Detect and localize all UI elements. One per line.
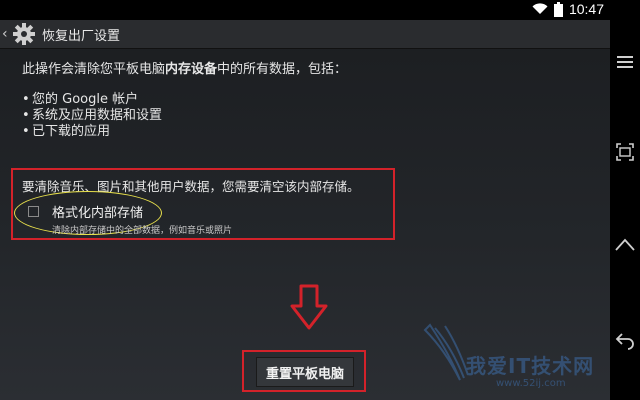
status-bar: 10:47 (0, 0, 610, 20)
battery-icon (553, 1, 563, 17)
down-arrow-icon (290, 284, 328, 330)
watermark: 我爱IT技术网 www.52ij.com (420, 320, 620, 400)
format-storage-label[interactable]: 格式化内部存储 (52, 202, 143, 221)
back-chevron-icon[interactable]: ‹ (2, 26, 10, 42)
action-bar: ‹ 恢复出厂设置 (0, 20, 610, 49)
intro-text: 此操作会清除您平板电脑内存设备中的所有数据，包括： (22, 62, 348, 77)
menu-icon[interactable] (615, 52, 635, 72)
list-item: • 您的 Google 帐户 (22, 92, 139, 107)
list-item: • 系统及应用数据和设置 (22, 108, 163, 123)
intro-bold: 内存设备 (165, 62, 218, 77)
format-storage-checkbox[interactable] (28, 206, 39, 217)
recent-apps-icon[interactable] (615, 142, 635, 162)
watermark-text: 我爱IT技术网 (466, 354, 595, 378)
page-title: 恢复出厂设置 (42, 28, 121, 44)
format-storage-sublabel: 清除内部存储中的全部数据，例如音乐或照片 (52, 226, 233, 236)
back-icon[interactable] (615, 330, 635, 350)
home-icon[interactable] (615, 236, 635, 256)
wifi-icon (532, 3, 548, 15)
bullet-list: • 您的 Google 帐户 • 系统及应用数据和设置 • 已下载的应用 (22, 92, 582, 140)
reset-tablet-button[interactable]: 重置平板电脑 (256, 357, 354, 387)
watermark-url: www.52ij.com (496, 378, 566, 389)
status-time: 10:47 (568, 1, 604, 17)
screen: 10:47 ‹ 恢复出厂设置 此操作会清除您平板电脑内存设备中的所有数据，包括：… (0, 0, 610, 400)
gear-icon[interactable] (12, 22, 36, 46)
navigation-bar (610, 0, 640, 400)
wings-logo-icon (423, 323, 469, 381)
content-area: 此操作会清除您平板电脑内存设备中的所有数据，包括： • 您的 Google 帐户 … (22, 62, 582, 140)
list-item: • 已下载的应用 (22, 124, 111, 139)
